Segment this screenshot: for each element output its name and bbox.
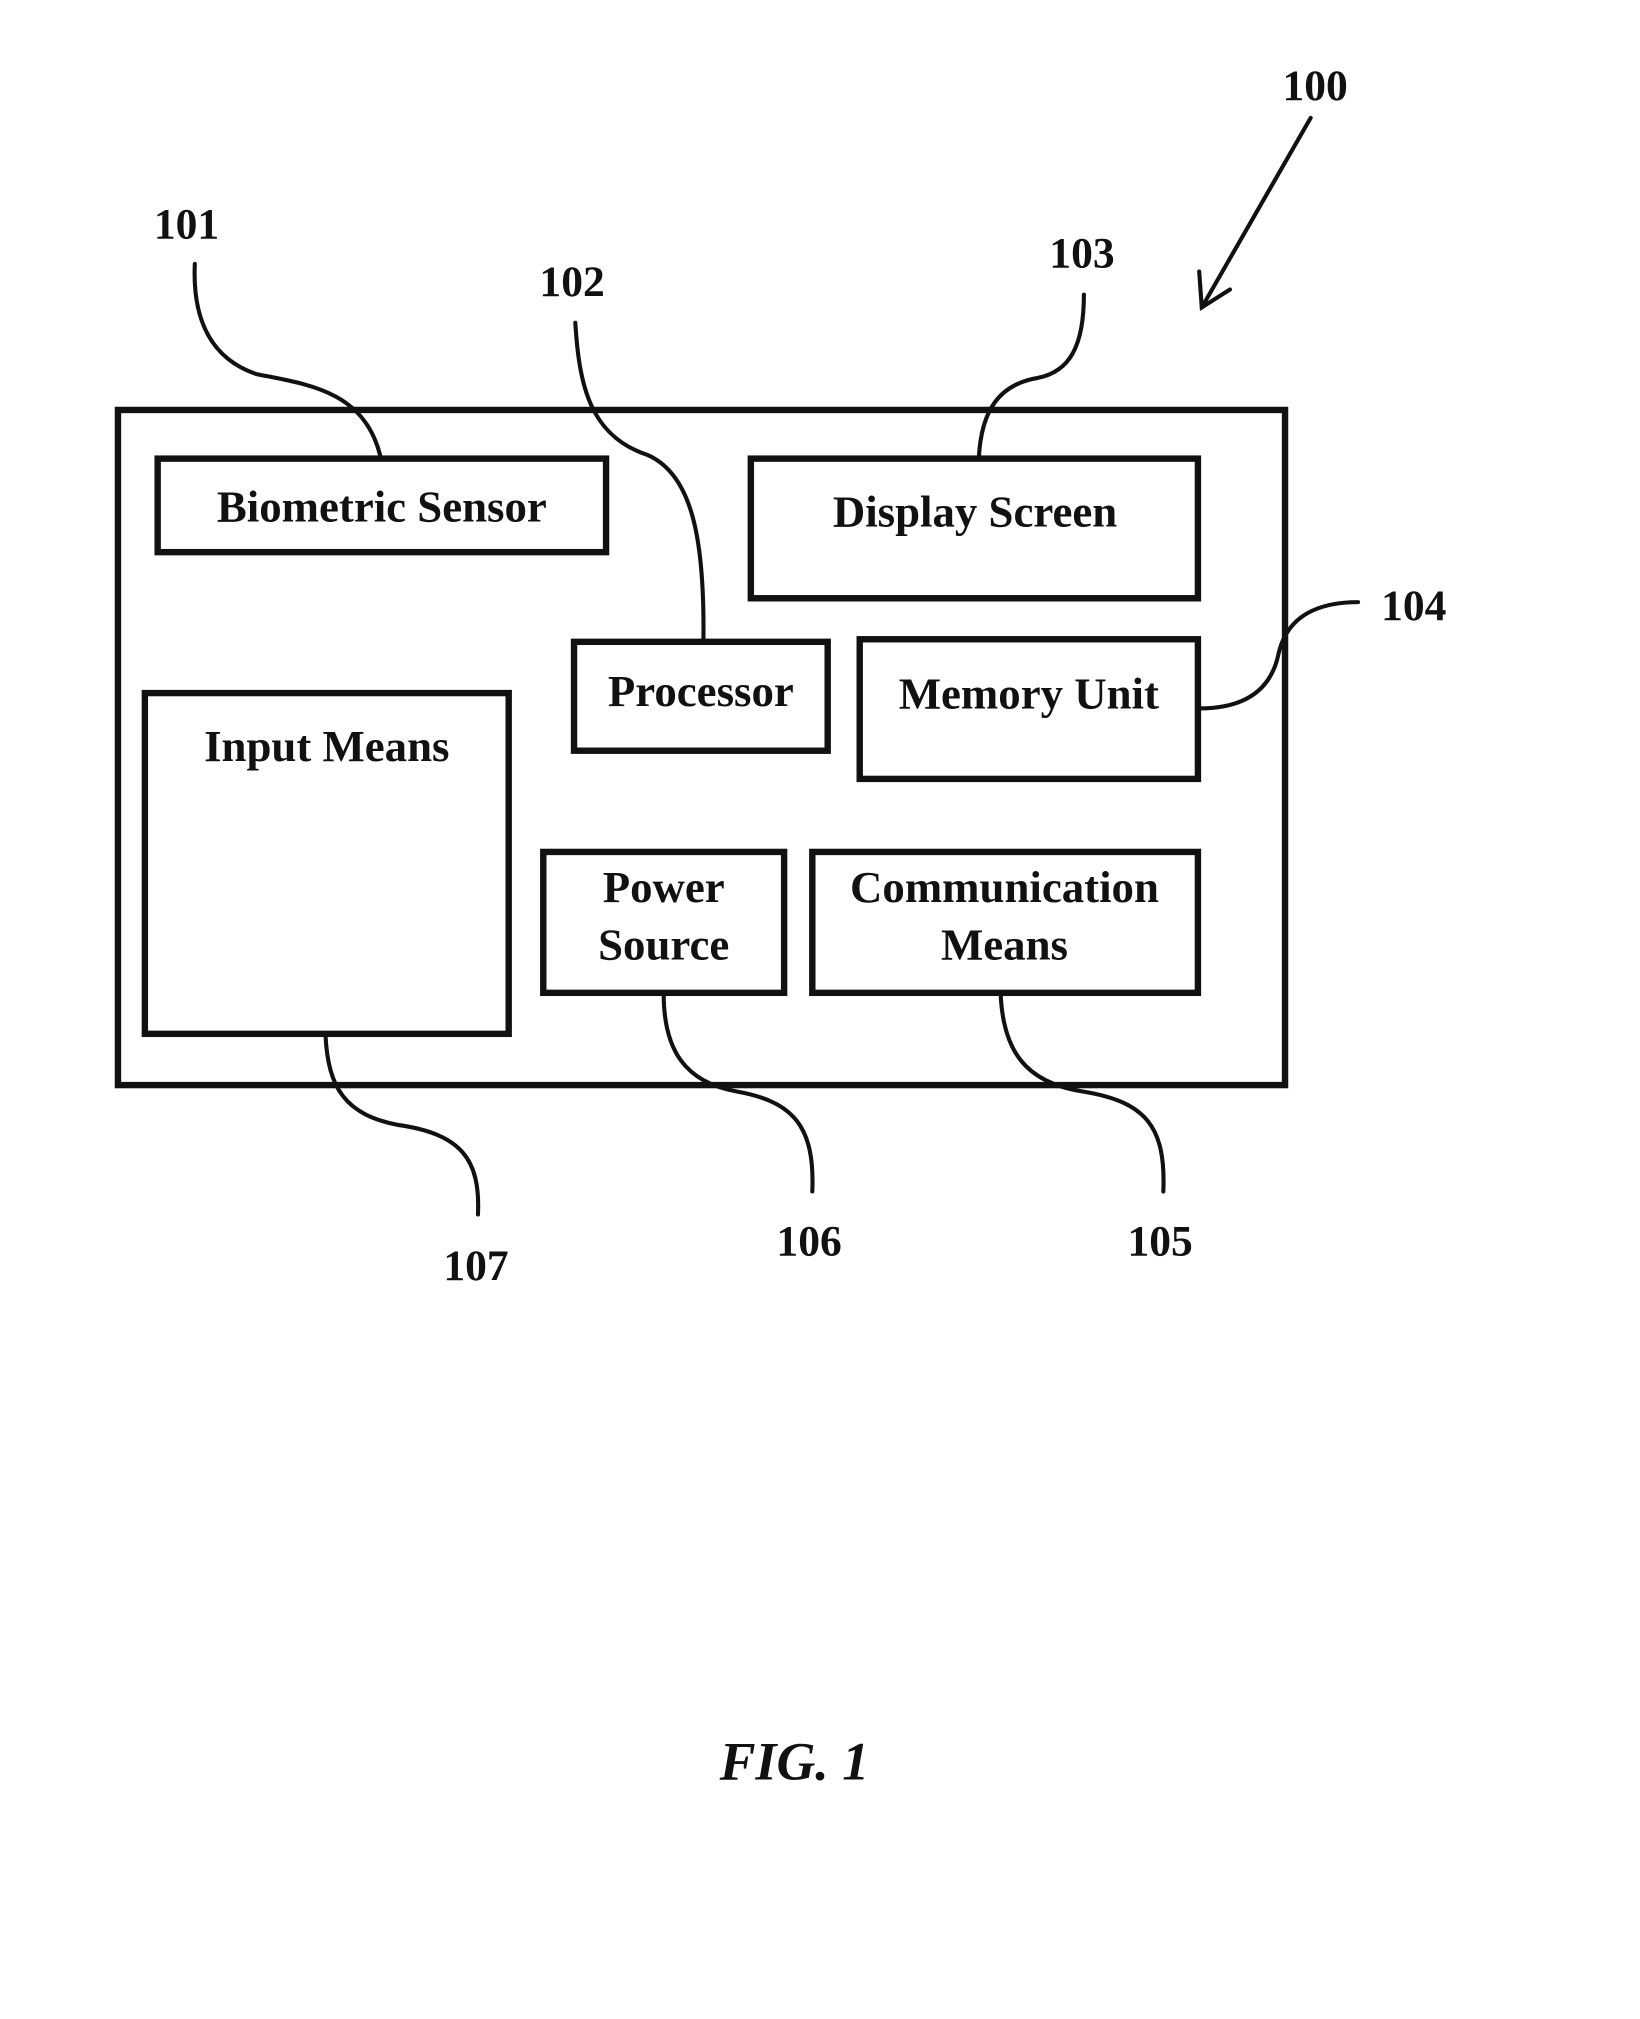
power-source-label-line2: Source	[598, 920, 729, 970]
input-means-label: Input Means	[204, 721, 449, 771]
leader-106	[661, 992, 815, 1194]
ref-102: 102	[539, 258, 604, 306]
power-source-label-line1: Power	[603, 862, 725, 912]
power-source-block: Power Source	[540, 848, 788, 997]
memory-unit-block: Memory Unit	[856, 636, 1202, 783]
biometric-sensor-label: Biometric Sensor	[217, 481, 547, 531]
biometric-sensor-block: Biometric Sensor	[154, 455, 610, 556]
ref-106: 106	[776, 1217, 841, 1265]
leader-101	[192, 261, 383, 460]
memory-unit-label: Memory Unit	[899, 668, 1159, 718]
processor-block: Processor	[570, 638, 831, 754]
patent-figure: 100 101 Biometric Sensor 102 Processor 1…	[114, 62, 1446, 1791]
leader-107	[323, 1033, 481, 1217]
communication-means-label-line2: Means	[941, 920, 1068, 970]
figure-caption: FIG. 1	[719, 1731, 869, 1791]
display-screen-block: Display Screen	[747, 455, 1202, 602]
leader-102	[573, 320, 706, 643]
leader-104	[1197, 600, 1361, 711]
input-means-block: Input Means	[141, 689, 512, 1038]
leader-103	[976, 292, 1086, 460]
display-screen-label: Display Screen	[833, 487, 1117, 537]
ref-104: 104	[1381, 582, 1446, 630]
device-pointer-arrow	[1197, 115, 1313, 312]
ref-100: 100	[1282, 62, 1347, 110]
communication-means-label-line1: Communication	[850, 862, 1159, 912]
ref-101: 101	[154, 200, 219, 248]
processor-label: Processor	[608, 666, 794, 716]
communication-means-block: Communication Means	[809, 848, 1202, 997]
leader-105	[998, 992, 1166, 1194]
ref-103: 103	[1049, 230, 1114, 278]
ref-105: 105	[1127, 1217, 1192, 1265]
ref-107: 107	[443, 1242, 508, 1290]
